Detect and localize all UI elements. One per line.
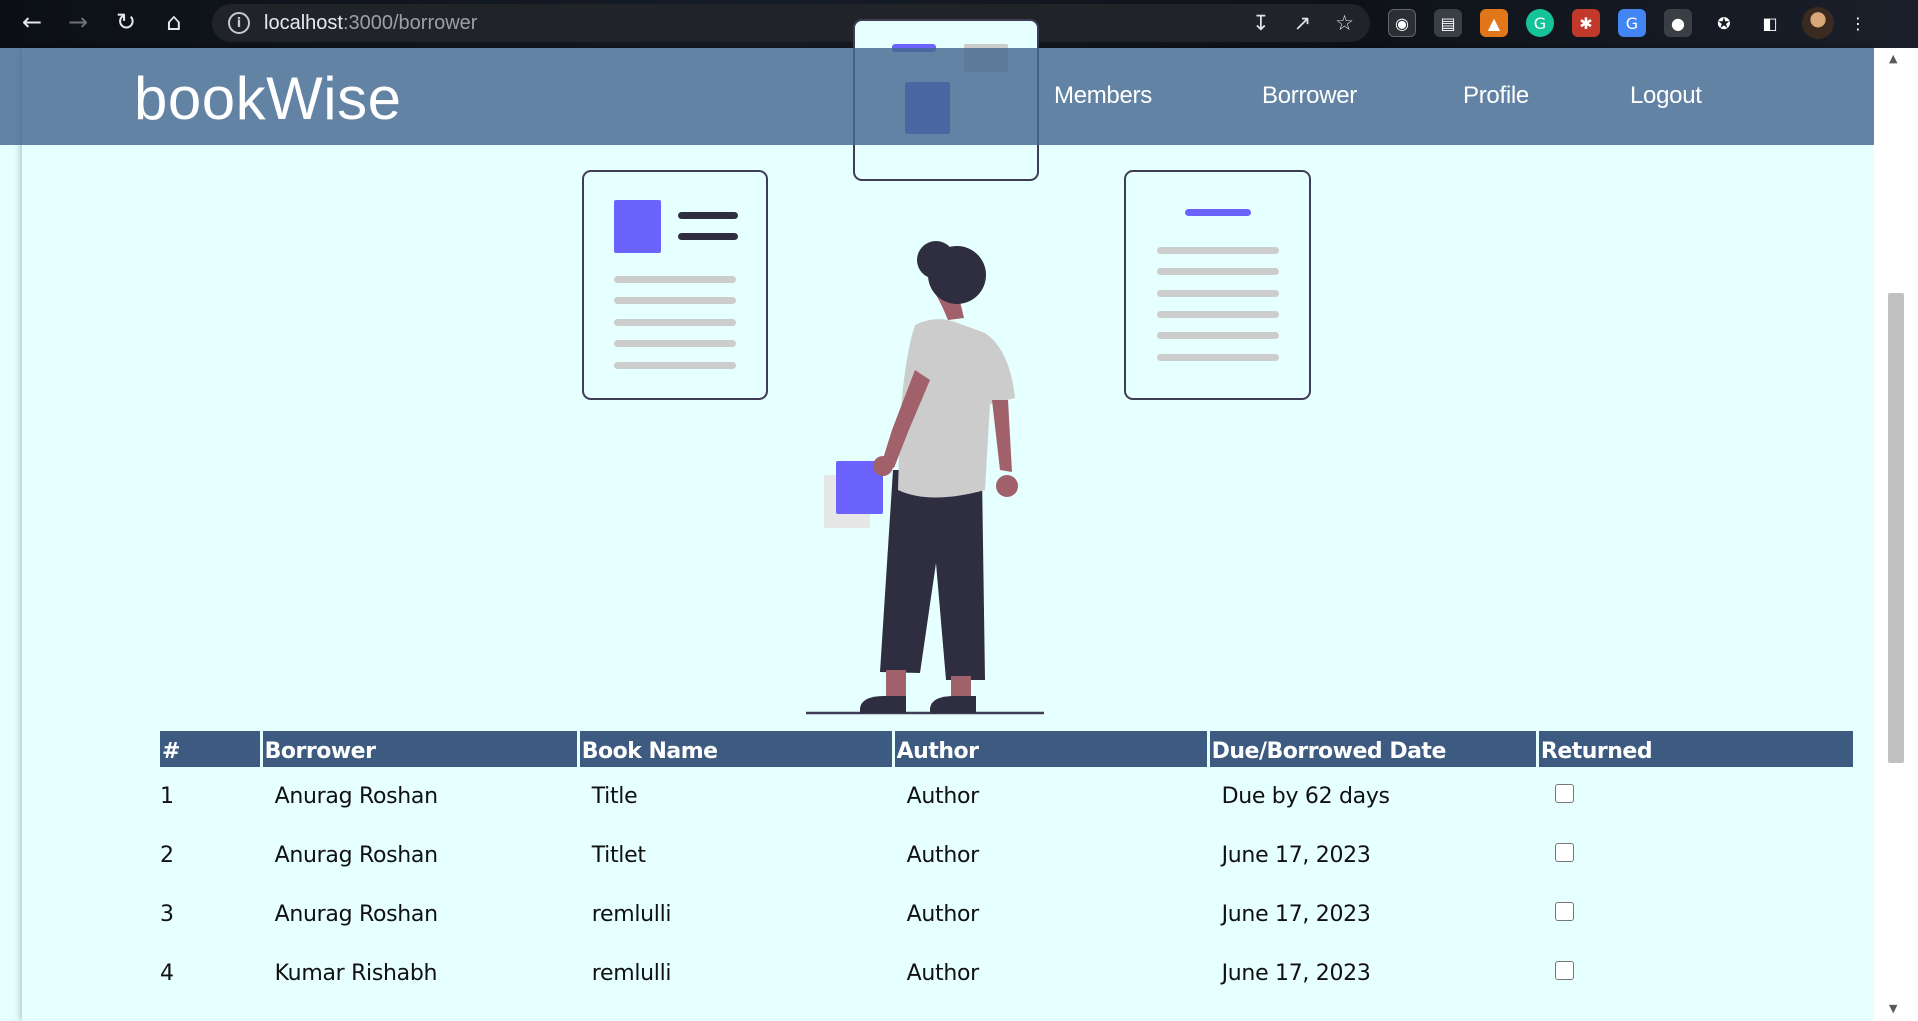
returned-cell bbox=[1539, 944, 1853, 1003]
column-header-number: # bbox=[160, 731, 260, 767]
site-navbar: bookWise Members Borrower Profile Logout bbox=[0, 48, 1874, 145]
person-figure bbox=[806, 241, 1044, 715]
row-number: 2 bbox=[160, 843, 174, 868]
table-row: 4 Kumar Rishabh remlulli Author June 17,… bbox=[160, 944, 1853, 1003]
borrower-table: # Borrower Book Name Author Due/Borrowed… bbox=[157, 731, 1856, 1003]
author-name: Author bbox=[906, 902, 980, 927]
due-date: June 17, 2023 bbox=[1221, 843, 1371, 868]
borrower-name: Anurag Roshan bbox=[274, 843, 438, 868]
table-header-row: # Borrower Book Name Author Due/Borrowed… bbox=[160, 731, 1853, 767]
column-header-author: Author bbox=[894, 731, 1207, 767]
due-date: June 17, 2023 bbox=[1221, 961, 1371, 986]
book-name: remlulli bbox=[591, 902, 672, 927]
row-number: 4 bbox=[160, 961, 174, 986]
left-document-card bbox=[582, 170, 768, 400]
nav-link-profile[interactable]: Profile bbox=[1463, 82, 1529, 110]
nav-link-logout[interactable]: Logout bbox=[1630, 82, 1702, 110]
borrower-name: Anurag Roshan bbox=[274, 902, 438, 927]
book-name: Title bbox=[591, 784, 638, 809]
author-name: Author bbox=[906, 961, 980, 986]
row-number: 1 bbox=[160, 784, 174, 809]
table-row: 1 Anurag Roshan Title Author Due by 62 d… bbox=[160, 767, 1853, 826]
book-name: remlulli bbox=[591, 961, 672, 986]
due-date: Due by 62 days bbox=[1221, 784, 1390, 809]
returned-checkbox[interactable] bbox=[1554, 783, 1574, 803]
column-header-due-date: Due/Borrowed Date bbox=[1209, 731, 1536, 767]
returned-checkbox[interactable] bbox=[1554, 901, 1574, 921]
right-document-card bbox=[1124, 170, 1311, 400]
column-header-book-name: Book Name bbox=[579, 731, 892, 767]
due-date: June 17, 2023 bbox=[1221, 902, 1371, 927]
nav-link-borrower[interactable]: Borrower bbox=[1262, 82, 1357, 110]
returned-cell bbox=[1539, 826, 1853, 885]
table-row: 3 Anurag Roshan remlulli Author June 17,… bbox=[160, 885, 1853, 944]
returned-checkbox[interactable] bbox=[1554, 842, 1574, 862]
author-name: Author bbox=[906, 843, 980, 868]
returned-cell bbox=[1539, 885, 1853, 944]
table-row: 2 Anurag Roshan Titlet Author June 17, 2… bbox=[160, 826, 1853, 885]
returned-cell bbox=[1539, 767, 1853, 826]
row-number: 3 bbox=[160, 902, 174, 927]
author-name: Author bbox=[906, 784, 980, 809]
column-header-borrower: Borrower bbox=[262, 731, 577, 767]
column-header-returned: Returned bbox=[1538, 731, 1853, 767]
nav-link-members[interactable]: Members bbox=[1054, 82, 1152, 110]
borrower-name: Anurag Roshan bbox=[274, 784, 438, 809]
borrower-name: Kumar Rishabh bbox=[274, 961, 438, 986]
book-name: Titlet bbox=[591, 843, 646, 868]
brand-logo[interactable]: bookWise bbox=[134, 64, 401, 133]
returned-checkbox[interactable] bbox=[1554, 960, 1574, 980]
